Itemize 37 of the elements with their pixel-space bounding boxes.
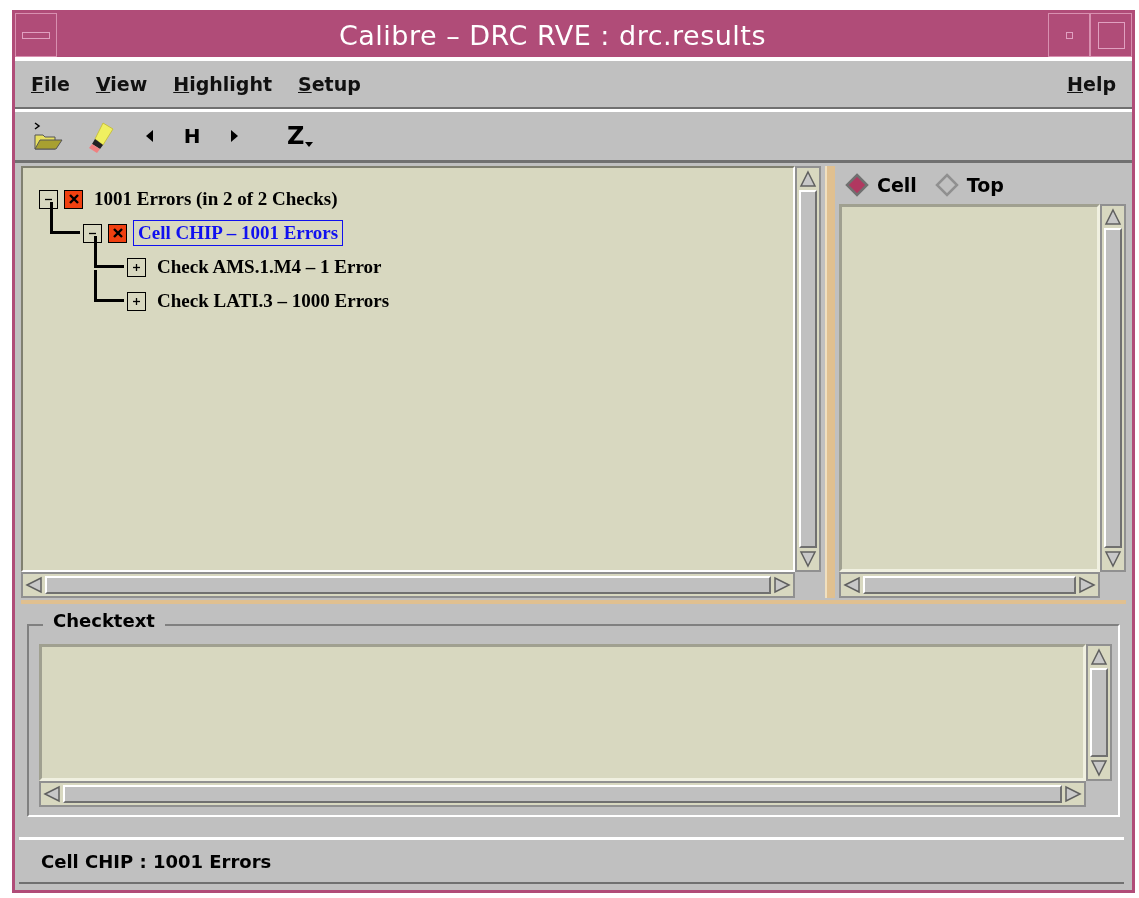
connector-line <box>94 236 124 268</box>
expand-icon[interactable] <box>127 257 146 277</box>
down-arrow-icon[interactable] <box>1090 759 1108 777</box>
down-arrow-icon[interactable] <box>1104 550 1122 568</box>
open-folder-icon[interactable] <box>31 121 65 151</box>
collapse-icon[interactable] <box>39 189 58 209</box>
radio-indicator-icon[interactable] <box>845 173 869 197</box>
toolbar-button[interactable]: H <box>181 124 203 148</box>
up-arrow-icon[interactable] <box>799 170 817 188</box>
menu-item[interactable]: View <box>95 73 148 95</box>
connector-line <box>94 270 124 302</box>
caret-icon[interactable] <box>305 142 314 147</box>
radio-button[interactable]: Cell <box>845 173 917 197</box>
menu-item[interactable]: File <box>31 73 70 95</box>
up-arrow-icon[interactable] <box>1090 648 1108 666</box>
up-arrow-icon[interactable] <box>1104 208 1122 226</box>
maximize-button[interactable] <box>1090 13 1132 57</box>
window-menu-button[interactable] <box>15 13 57 57</box>
vertical-scrollbar[interactable] <box>1086 644 1112 781</box>
tree-item[interactable]: 1001 Errors (in 2 of 2 Checks) <box>89 186 343 212</box>
tree-item[interactable]: Cell CHIP – 1001 Errors <box>133 220 344 246</box>
down-arrow-icon[interactable] <box>799 550 817 568</box>
help-menu[interactable]: Help <box>1067 73 1116 95</box>
tree-item[interactable]: Check LATI.3 – 1000 Errors <box>152 288 395 314</box>
menu-item[interactable]: Highlight <box>173 73 272 95</box>
vertical-scrollbar[interactable] <box>1100 204 1126 572</box>
collapse-icon[interactable] <box>83 223 102 243</box>
tree-item[interactable]: Check AMS.1.M4 – 1 Error <box>152 254 387 280</box>
menu-item[interactable]: Setup <box>298 73 361 95</box>
expand-icon[interactable] <box>127 291 146 311</box>
zoom-button[interactable]: Z <box>287 123 305 149</box>
radio-indicator-icon[interactable] <box>934 173 959 197</box>
radio-button[interactable]: Top <box>934 173 1004 197</box>
connector-line <box>50 202 80 234</box>
status-bar: Cell CHIP : 1001 Errors <box>19 837 1124 884</box>
vertical-scrollbar[interactable] <box>795 166 821 572</box>
window-title: Calibre – DRC RVE : drc.results <box>337 19 768 51</box>
